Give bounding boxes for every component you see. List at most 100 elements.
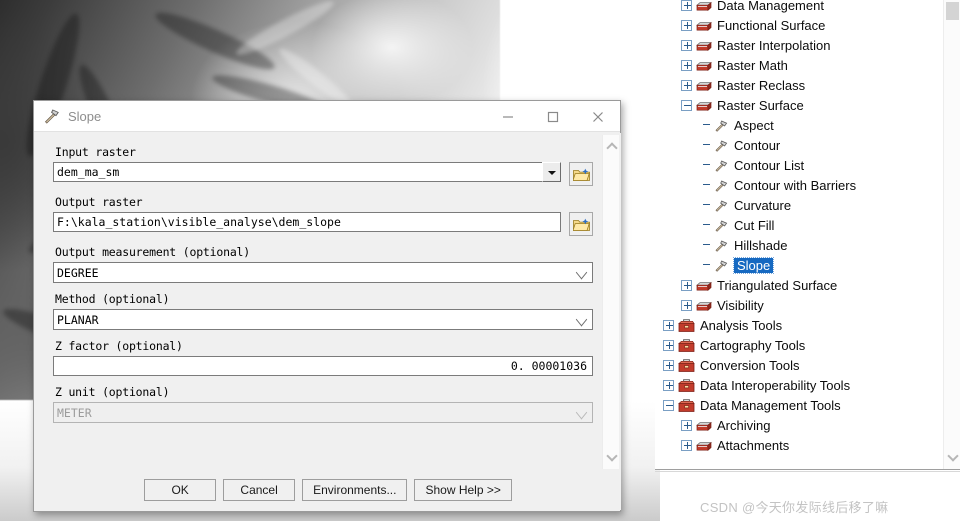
expand-icon[interactable] bbox=[663, 379, 674, 391]
output-raster-field[interactable]: F:\kala_station\visible_analyse\dem_slop… bbox=[53, 212, 561, 232]
toolset-icon bbox=[696, 99, 712, 112]
expand-icon[interactable] bbox=[681, 59, 692, 71]
tree-node[interactable]: Raster Math bbox=[655, 55, 938, 75]
chevron-down-icon bbox=[575, 312, 588, 327]
toolbox-icon bbox=[678, 338, 695, 353]
expand-icon[interactable] bbox=[681, 39, 692, 51]
tool-hammer-icon bbox=[714, 238, 729, 252]
z-unit-select: METER bbox=[53, 402, 593, 423]
tree-node[interactable]: Curvature bbox=[655, 195, 938, 215]
output-measurement-label: Output measurement (optional) bbox=[55, 245, 250, 259]
z-factor-label: Z factor (optional) bbox=[55, 339, 183, 353]
tree-spacer bbox=[701, 120, 712, 131]
tree-node[interactable]: Raster Surface bbox=[655, 95, 938, 115]
tool-hammer-icon bbox=[714, 258, 729, 272]
toolbox-icon bbox=[678, 398, 695, 413]
window-controls bbox=[485, 101, 620, 132]
input-raster-dropdown-arrow[interactable] bbox=[542, 162, 561, 182]
tree-node-label: Curvature bbox=[734, 197, 792, 213]
tree-node[interactable]: Slope bbox=[655, 255, 938, 275]
tree-node-label: Triangulated Surface bbox=[717, 277, 838, 293]
tree-node[interactable]: Hillshade bbox=[655, 235, 938, 255]
tree-spacer bbox=[701, 260, 712, 271]
tree-node-label: Contour with Barriers bbox=[734, 177, 857, 193]
tree-node[interactable]: Functional Surface bbox=[655, 15, 938, 35]
scrollbar-thumb[interactable] bbox=[946, 2, 959, 20]
toolset-icon bbox=[696, 39, 712, 52]
cancel-button[interactable]: Cancel bbox=[223, 478, 296, 501]
toolbox-icon bbox=[678, 358, 695, 373]
z-unit-row: METER bbox=[53, 402, 593, 423]
tree-node-label: Visibility bbox=[717, 297, 764, 313]
tree-node[interactable]: Visibility bbox=[655, 295, 938, 315]
tree-node[interactable]: Attachments bbox=[655, 435, 938, 455]
maximize-button[interactable] bbox=[530, 101, 575, 132]
ok-button[interactable]: OK bbox=[144, 478, 217, 501]
tree-spacer bbox=[701, 240, 712, 251]
expand-icon[interactable] bbox=[681, 299, 692, 311]
tree-spacer bbox=[701, 180, 712, 191]
tree-node-label: Aspect bbox=[734, 117, 774, 133]
toolbox-scroll-down-button[interactable] bbox=[944, 449, 960, 466]
toolset-icon bbox=[696, 0, 712, 12]
expand-icon[interactable] bbox=[681, 419, 692, 431]
method-select[interactable]: PLANAR bbox=[53, 309, 593, 330]
minimize-button[interactable] bbox=[485, 101, 530, 132]
scroll-down-button[interactable] bbox=[603, 449, 620, 466]
input-raster-field[interactable]: dem_ma_sm bbox=[53, 162, 542, 182]
toolbox-vertical-scrollbar[interactable] bbox=[943, 0, 960, 470]
tree-node[interactable]: Contour List bbox=[655, 155, 938, 175]
hammer-tool-icon bbox=[42, 106, 62, 126]
tool-hammer-icon bbox=[714, 118, 729, 132]
z-factor-field[interactable]: 0. 00001036 bbox=[53, 356, 593, 376]
tree-node[interactable]: Data Management bbox=[655, 0, 938, 15]
tree-node[interactable]: Cartography Tools bbox=[655, 335, 938, 355]
environments-button[interactable]: Environments... bbox=[302, 478, 408, 501]
output-raster-browse-button[interactable] bbox=[569, 212, 593, 236]
expand-icon[interactable] bbox=[681, 79, 692, 91]
dialog-titlebar[interactable]: Slope bbox=[34, 101, 620, 132]
tree-node-label: Cartography Tools bbox=[700, 337, 806, 353]
output-measurement-select[interactable]: DEGREE bbox=[53, 262, 593, 283]
dialog-vertical-scrollbar[interactable] bbox=[602, 135, 619, 469]
toolset-icon bbox=[696, 79, 712, 92]
expand-icon[interactable] bbox=[663, 319, 674, 331]
expand-icon[interactable] bbox=[681, 0, 692, 11]
toolbox-tree: Data Management Functional Surface Raster … bbox=[655, 0, 938, 455]
tree-node[interactable]: Aspect bbox=[655, 115, 938, 135]
z-factor-row: 0. 00001036 bbox=[53, 356, 593, 376]
tree-node[interactable]: Triangulated Surface bbox=[655, 275, 938, 295]
collapse-icon[interactable] bbox=[681, 99, 692, 111]
expand-icon[interactable] bbox=[663, 339, 674, 351]
close-button[interactable] bbox=[575, 101, 620, 132]
expand-icon[interactable] bbox=[681, 19, 692, 31]
dialog-title: Slope bbox=[68, 108, 102, 124]
tree-node[interactable]: Conversion Tools bbox=[655, 355, 938, 375]
dialog-footer: OK Cancel Environments... Show Help >> bbox=[35, 469, 621, 510]
input-raster-browse-button[interactable] bbox=[569, 162, 593, 186]
collapse-icon[interactable] bbox=[663, 399, 674, 411]
tool-hammer-icon bbox=[714, 178, 729, 192]
show-help-button[interactable]: Show Help >> bbox=[414, 478, 512, 501]
expand-icon[interactable] bbox=[663, 359, 674, 371]
scroll-up-button[interactable] bbox=[603, 138, 620, 155]
expand-icon[interactable] bbox=[681, 279, 692, 291]
dialog-body: Input raster dem_ma_sm Output raster F:\… bbox=[35, 133, 621, 471]
tree-node[interactable]: Archiving bbox=[655, 415, 938, 435]
tree-node[interactable]: Analysis Tools bbox=[655, 315, 938, 335]
tree-node[interactable]: Raster Interpolation bbox=[655, 35, 938, 55]
tree-node[interactable]: Cut Fill bbox=[655, 215, 938, 235]
arctoolbox-panel: Data Management Functional Surface Raster … bbox=[655, 0, 960, 470]
expand-icon[interactable] bbox=[681, 439, 692, 451]
tree-node[interactable]: Raster Reclass bbox=[655, 75, 938, 95]
tree-node[interactable]: Data Management Tools bbox=[655, 395, 938, 415]
toolset-icon bbox=[696, 279, 712, 292]
tree-node[interactable]: Data Interoperability Tools bbox=[655, 375, 938, 395]
output-raster-label: Output raster bbox=[55, 195, 143, 209]
tree-node-label: Data Management bbox=[717, 0, 824, 13]
tree-node[interactable]: Contour with Barriers bbox=[655, 175, 938, 195]
toolbox-icon bbox=[678, 378, 695, 393]
tree-node[interactable]: Contour bbox=[655, 135, 938, 155]
tree-spacer bbox=[701, 140, 712, 151]
tree-node-label: Raster Interpolation bbox=[717, 37, 831, 53]
